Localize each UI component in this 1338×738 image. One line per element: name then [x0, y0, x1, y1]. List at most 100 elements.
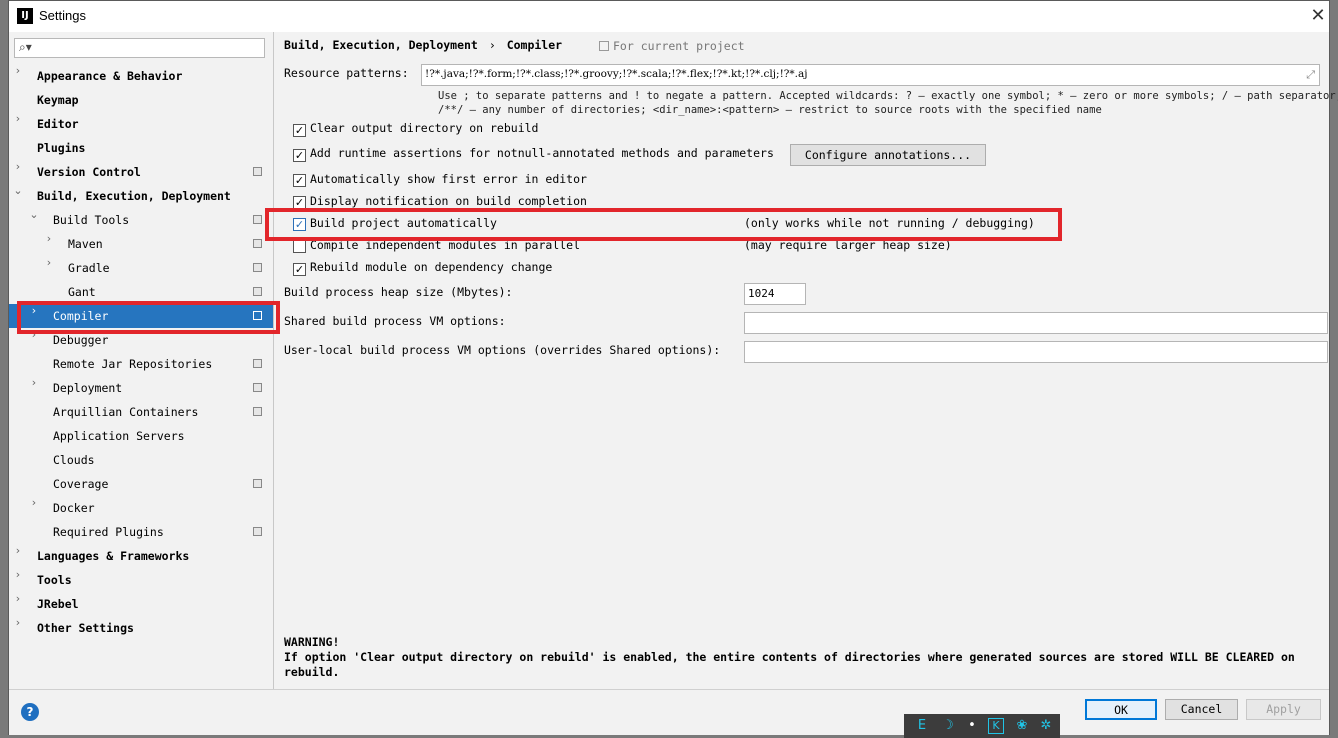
tree-item-plugins[interactable]: Plugins: [9, 136, 273, 160]
heap-size-label: Build process heap size (Mbytes):: [284, 285, 513, 299]
checkmark-icon: ✓: [294, 124, 305, 137]
chevron-right-icon[interactable]: ›: [12, 64, 24, 77]
project-scope-icon: [253, 479, 262, 488]
tree-item-label: Editor: [37, 117, 79, 131]
tree-item-jrebel[interactable]: › JRebel: [9, 592, 273, 616]
highlight-box-build-automatically: [265, 208, 1062, 241]
shared-vm-options-input[interactable]: [744, 312, 1328, 334]
project-scope-icon: [253, 215, 262, 224]
breadcrumb: Build, Execution, Deployment › Compiler: [284, 38, 562, 52]
tree-item-label: Clouds: [53, 453, 95, 467]
chevron-right-icon[interactable]: ›: [28, 376, 40, 389]
breadcrumb-parent: Build, Execution, Deployment: [284, 38, 478, 52]
compile-parallel-checkbox[interactable]: [293, 240, 306, 253]
resource-patterns-label: Resource patterns:: [284, 66, 409, 80]
user-vm-options-label: User-local build process VM options (ove…: [284, 343, 721, 357]
tree-item-label: Maven: [68, 237, 103, 251]
clear-output-checkbox[interactable]: ✓: [293, 124, 306, 137]
tree-item-label: JRebel: [37, 597, 79, 611]
tree-item-gradle[interactable]: › Gradle: [9, 256, 273, 280]
project-scope-label: For current project: [599, 39, 745, 53]
tree-item-label: Arquillian Containers: [53, 405, 199, 419]
tray-snow-icon[interactable]: ✲: [1038, 718, 1054, 734]
expand-icon[interactable]: ⤢: [1306, 65, 1315, 84]
project-scope-icon: [253, 287, 262, 296]
tree-item-docker[interactable]: › Docker: [9, 496, 273, 520]
warning-title: WARNING!: [284, 635, 340, 649]
configure-annotations-button[interactable]: Configure annotations...: [790, 144, 986, 166]
apply-button[interactable]: Apply: [1246, 699, 1321, 720]
chevron-right-icon[interactable]: ›: [43, 256, 55, 269]
chevron-right-icon[interactable]: ›: [12, 544, 24, 557]
tree-item-label: Build Tools: [53, 213, 130, 227]
runtime-assertions-checkbox[interactable]: ✓: [293, 149, 306, 162]
tree-item-label: Required Plugins: [53, 525, 164, 539]
settings-search-input[interactable]: ⌕▾: [14, 38, 265, 58]
tree-item-other-settings[interactable]: › Other Settings: [9, 616, 273, 640]
intellij-app-icon: IJ: [17, 8, 33, 24]
tray-dot-icon: •: [968, 718, 976, 733]
tree-item-label: Appearance & Behavior: [37, 69, 183, 83]
chevron-right-icon[interactable]: ›: [12, 568, 24, 581]
resource-patterns-hint-2: /**/ — any number of directories; <dir_n…: [438, 104, 1102, 116]
checkmark-icon: ✓: [294, 149, 305, 162]
display-notification-label: Display notification on build completion: [310, 194, 587, 208]
project-scope-icon: [253, 407, 262, 416]
tree-item-build-execution-deployment[interactable]: ⌄ Build, Execution, Deployment: [9, 184, 273, 208]
project-scope-icon: [253, 239, 262, 248]
warning-text-line2: rebuild.: [284, 665, 340, 679]
tree-item-keymap[interactable]: Keymap: [9, 88, 273, 112]
ok-button[interactable]: OK: [1085, 699, 1157, 720]
system-tray: E ☽ • K ❀ ✲: [904, 714, 1060, 738]
settings-window: IJ Settings ✕ ⌕▾ › Appearance & Behavior K…: [8, 0, 1338, 735]
tree-item-languages-frameworks[interactable]: › Languages & Frameworks: [9, 544, 273, 568]
chevron-right-icon[interactable]: ›: [12, 592, 24, 605]
tree-item-clouds[interactable]: Clouds: [9, 448, 273, 472]
tray-e-icon[interactable]: E: [914, 718, 930, 734]
checkmark-icon: ✓: [294, 174, 305, 187]
tree-item-version-control[interactable]: › Version Control: [9, 160, 273, 184]
chevron-right-icon[interactable]: ›: [12, 112, 24, 125]
user-vm-options-input[interactable]: [744, 341, 1328, 363]
show-first-error-checkbox[interactable]: ✓: [293, 174, 306, 187]
tree-item-appearance-behavior[interactable]: › Appearance & Behavior: [9, 64, 273, 88]
resource-patterns-hint-1: Use ; to separate patterns and ! to nega…: [438, 90, 1338, 102]
tray-moon-icon[interactable]: ☽: [940, 718, 956, 734]
chevron-right-icon[interactable]: ›: [12, 160, 24, 173]
chevron-down-icon[interactable]: ⌄: [28, 208, 40, 221]
title-bar: IJ Settings ✕: [9, 1, 1329, 32]
chevron-down-icon[interactable]: ⌄: [12, 184, 24, 197]
chevron-right-icon[interactable]: ›: [43, 232, 55, 245]
tree-item-label: Gradle: [68, 261, 110, 275]
tree-item-label: Version Control: [37, 165, 141, 179]
tree-item-maven[interactable]: › Maven: [9, 232, 273, 256]
tree-item-editor[interactable]: › Editor: [9, 112, 273, 136]
tree-item-label: Docker: [53, 501, 95, 515]
runtime-assertions-label: Add runtime assertions for notnull-annot…: [310, 146, 774, 160]
project-scope-icon: [253, 263, 262, 272]
help-button[interactable]: ?: [21, 703, 39, 721]
project-scope-icon: [253, 527, 262, 536]
rebuild-on-dependency-checkbox[interactable]: ✓: [293, 263, 306, 276]
warning-text-line1: If option 'Clear output directory on reb…: [284, 650, 1295, 664]
tree-item-required-plugins[interactable]: Required Plugins: [9, 520, 273, 544]
tree-item-remote-jar-repositories[interactable]: Remote Jar Repositories: [9, 352, 273, 376]
tree-item-label: Languages & Frameworks: [37, 549, 190, 563]
highlight-box-compiler: [17, 301, 280, 334]
tree-item-application-servers[interactable]: Application Servers: [9, 424, 273, 448]
tree-item-build-tools[interactable]: ⌄ Build Tools: [9, 208, 273, 232]
tray-flower-icon[interactable]: ❀: [1014, 718, 1030, 734]
tree-item-tools[interactable]: › Tools: [9, 568, 273, 592]
heap-size-input[interactable]: 1024: [744, 283, 806, 305]
project-scope-icon: [253, 359, 262, 368]
chevron-right-icon[interactable]: ›: [28, 496, 40, 509]
tree-item-arquillian-containers[interactable]: Arquillian Containers: [9, 400, 273, 424]
tree-item-coverage[interactable]: Coverage: [9, 472, 273, 496]
close-icon[interactable]: ✕: [1307, 5, 1329, 27]
tree-item-label: Plugins: [37, 141, 86, 155]
resource-patterns-input[interactable]: !?*.java;!?*.form;!?*.class;!?*.groovy;!…: [421, 64, 1320, 86]
tree-item-deployment[interactable]: › Deployment: [9, 376, 273, 400]
chevron-right-icon[interactable]: ›: [12, 616, 24, 629]
tray-k-icon[interactable]: K: [988, 718, 1004, 734]
cancel-button[interactable]: Cancel: [1165, 699, 1238, 720]
